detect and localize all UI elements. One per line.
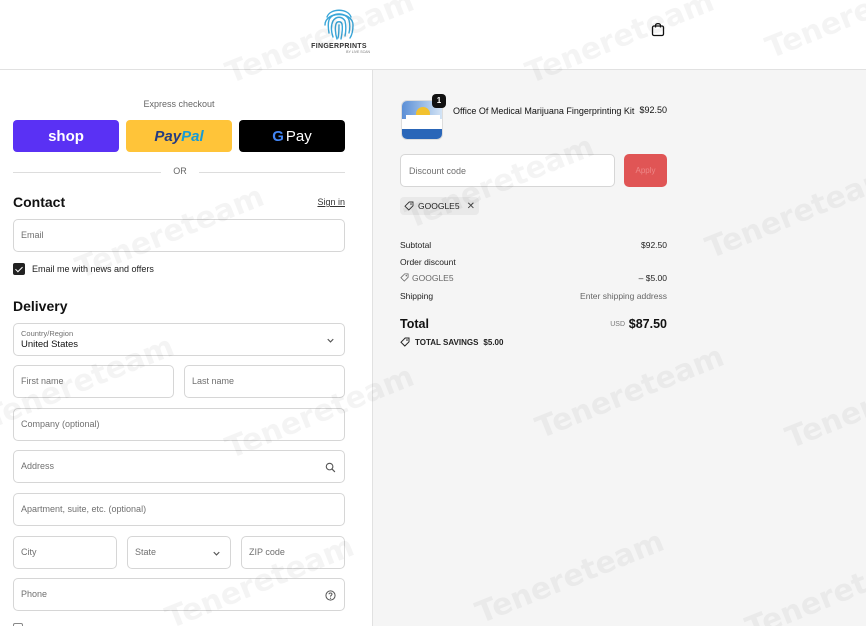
total-savings: TOTAL SAVINGS $5.00: [400, 337, 503, 347]
site-header: FINGERPRINTS BY LIVE SCAN: [0, 0, 866, 70]
tag-icon: [404, 201, 414, 211]
thumbnail-image: [402, 129, 442, 139]
or-label: OR: [173, 166, 187, 176]
discount-code-label: GOOGLE5: [412, 273, 454, 283]
paypal-label-a: Pay: [154, 127, 182, 145]
shipping-row: Shipping Enter shipping address: [400, 291, 667, 301]
discount-code-row: GOOGLE5 – $5.00: [400, 273, 667, 283]
divider-line: [13, 172, 161, 173]
shipping-value: Enter shipping address: [580, 291, 667, 301]
phone-field[interactable]: Phone: [13, 578, 345, 611]
tag-icon: [400, 337, 410, 347]
city-field[interactable]: City: [13, 536, 117, 569]
newsletter-option[interactable]: Email me with news and offers: [13, 262, 154, 276]
state-placeholder: State: [135, 547, 157, 557]
order-discount-label: Order discount: [400, 257, 456, 267]
quantity-badge: 1: [432, 94, 446, 108]
google-g-icon: G: [272, 127, 284, 145]
chevron-down-icon: [213, 551, 220, 556]
last-name-field[interactable]: Last name: [184, 365, 345, 398]
product-price: $92.50: [639, 105, 667, 115]
zip-placeholder: ZIP code: [249, 547, 285, 557]
email-field[interactable]: Email: [13, 219, 345, 252]
subtotal-row: Subtotal $92.50: [400, 240, 667, 250]
contact-title: Contact: [13, 194, 66, 210]
tag-icon: [400, 273, 409, 282]
discount-placeholder: Discount code: [409, 166, 467, 176]
store-logo[interactable]: FINGERPRINTS BY LIVE SCAN: [304, 3, 374, 59]
delivery-title: Delivery: [13, 298, 68, 314]
savings-value: $5.00: [483, 337, 504, 347]
express-checkout-title: Express checkout: [143, 99, 215, 109]
total-label: Total: [400, 317, 429, 331]
google-pay-label: Pay: [285, 127, 312, 145]
savings-label: TOTAL SAVINGS: [415, 337, 479, 347]
subtotal-label: Subtotal: [400, 240, 432, 250]
divider-line: [199, 172, 345, 173]
email-placeholder: Email: [21, 230, 44, 240]
last-name-placeholder: Last name: [192, 376, 235, 386]
shop-pay-label: shop: [48, 127, 84, 145]
checkout-form: Express checkout shop Pay Pal G Pay OR Con…: [0, 70, 372, 626]
zip-field[interactable]: ZIP code: [241, 536, 345, 569]
fingerprint-logo-icon: [324, 9, 354, 40]
first-name-placeholder: First name: [21, 376, 64, 386]
help-icon[interactable]: [325, 590, 336, 601]
first-name-field[interactable]: First name: [13, 365, 174, 398]
phone-placeholder: Phone: [21, 589, 48, 599]
discount-code-input[interactable]: Discount code: [400, 154, 615, 187]
product-name: Office Of Medical Marijuana Fingerprinti…: [453, 106, 635, 116]
order-discount-row: Order discount: [400, 257, 667, 267]
applied-discount-chip: GOOGLE5 ✕: [400, 197, 479, 215]
apartment-placeholder: Apartment, suite, etc. (optional): [21, 504, 147, 514]
total-value: $87.50: [628, 317, 667, 331]
city-placeholder: City: [21, 547, 37, 557]
newsletter-checkbox[interactable]: [13, 263, 25, 275]
search-icon[interactable]: [325, 462, 336, 473]
company-field[interactable]: Company (optional): [13, 408, 345, 441]
discount-value: – $5.00: [638, 273, 667, 283]
total-currency: USD: [610, 321, 625, 328]
chevron-down-icon: [327, 338, 334, 343]
logo-tagline: BY LIVE SCAN: [346, 50, 370, 54]
paypal-button[interactable]: Pay Pal: [126, 120, 232, 152]
order-summary: 1 Office Of Medical Marijuana Fingerprin…: [372, 70, 866, 626]
paypal-label-b: Pal: [181, 127, 204, 145]
country-label: Country/Region: [21, 329, 74, 338]
subtotal-value: $92.50: [641, 240, 667, 250]
newsletter-label: Email me with news and offers: [32, 264, 154, 274]
total-row: Total USD $87.50: [400, 317, 667, 331]
address-field[interactable]: Address: [13, 450, 345, 483]
shop-pay-button[interactable]: shop: [13, 120, 119, 152]
applied-code-label: GOOGLE5: [418, 201, 460, 211]
company-placeholder: Company (optional): [21, 419, 100, 429]
sms-option[interactable]: [13, 622, 23, 626]
apartment-field[interactable]: Apartment, suite, etc. (optional): [13, 493, 345, 526]
shopping-bag-icon[interactable]: [650, 21, 666, 37]
thumbnail-image: [406, 115, 440, 129]
state-select[interactable]: State: [127, 536, 231, 569]
shipping-label: Shipping: [400, 291, 434, 301]
apply-discount-button[interactable]: Apply: [624, 154, 667, 187]
country-value: United States: [21, 339, 79, 350]
remove-discount-icon[interactable]: ✕: [467, 201, 475, 212]
google-pay-button[interactable]: G Pay: [239, 120, 345, 152]
address-placeholder: Address: [21, 461, 55, 471]
country-select[interactable]: Country/Region United States: [13, 323, 345, 356]
or-divider: OR: [13, 165, 345, 179]
sign-in-link[interactable]: Sign in: [300, 197, 345, 207]
logo-brand-text: FINGERPRINTS: [311, 43, 367, 50]
